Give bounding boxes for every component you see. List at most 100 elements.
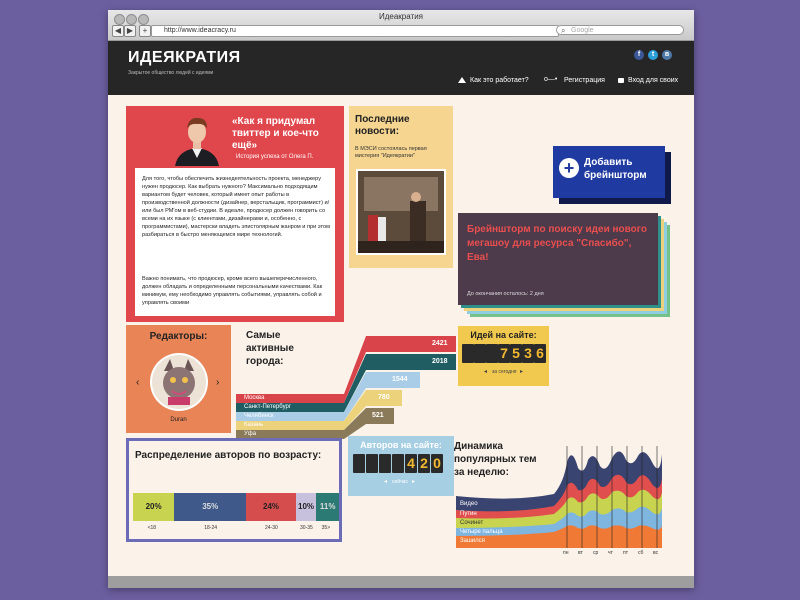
age-bar[interactable]: 24% — [246, 493, 296, 521]
vkontakte-icon[interactable]: в — [662, 50, 672, 60]
legend-item-sochi[interactable]: Сочинет — [460, 520, 483, 526]
legend-item-putin[interactable]: Путин — [460, 511, 477, 517]
window-title: Идеакратия — [378, 12, 423, 21]
city-row-moscow[interactable]: Москва — [236, 394, 344, 403]
story-card[interactable]: «Как я придумал твиттер и кое-что ещё» И… — [126, 106, 344, 322]
address-bar[interactable]: http://www.ideacracy.ru — [151, 25, 559, 37]
city-row-spb[interactable]: Санкт-Петербург — [236, 403, 344, 412]
counter-digit: 2 — [418, 454, 430, 473]
add-brainstorm-face: + Добавить брейншторм — [553, 146, 665, 198]
story-title[interactable]: «Как я придумал твиттер и кое-что ещё» — [232, 116, 340, 152]
editors-card: Редакторы: ‹ › Duran — [126, 325, 231, 433]
counter-digit: 7 — [498, 344, 510, 363]
counter-digit — [392, 454, 404, 473]
ideas-counter-digits: 7 5 3 6 — [462, 344, 546, 363]
city-row-chelyabinsk[interactable]: Челябинск — [236, 412, 344, 421]
browser-titlebar: Идеакратия ◀ ▶ + http://www.ideacracy.ru… — [108, 10, 694, 41]
brainstorm-title[interactable]: Брейншторм по поиску идеи нового мегашоу… — [467, 223, 647, 265]
chevron-left-icon[interactable]: ‹ — [136, 377, 139, 388]
site-header: ИДЕЯКРАТИЯ Закрытое общество людей с иде… — [108, 41, 694, 95]
url-text: http://www.ideacracy.ru — [164, 27, 236, 34]
age-bar[interactable]: 11% — [316, 493, 339, 521]
news-title: Последние новости: — [355, 114, 410, 137]
counter-digit: 4 — [405, 454, 417, 473]
ideas-counter-title: Идей на сайте: — [470, 330, 537, 340]
city-value-kazan: 780 — [378, 394, 390, 401]
day-tick: ср — [593, 550, 599, 556]
site-tagline: Закрытое общество людей с идеями — [128, 70, 214, 76]
counter-digit: 0 — [431, 454, 443, 473]
legend-item-video[interactable]: Видео — [460, 501, 478, 507]
chevron-left-icon[interactable]: ◂ — [484, 368, 487, 375]
city-value-moscow: 2421 — [432, 340, 448, 347]
age-labels: <18 18-24 24-30 30-35 35> — [133, 525, 339, 533]
story-paragraph-2: Важно понимать, что продюсер, кроме всег… — [142, 276, 323, 306]
editors-title: Редакторы: — [149, 331, 208, 342]
age-title: Распределение авторов по возрасту: — [135, 450, 322, 461]
add-brainstorm-label: Добавить брейншторм — [584, 157, 647, 181]
cities-widget: Самые активные города: Москва Санкт-Пете… — [236, 325, 456, 445]
search-input[interactable]: ⌕ Google — [556, 25, 684, 35]
topics-chart — [456, 446, 662, 548]
legend-item-zashilsya[interactable]: Зашился — [460, 538, 485, 544]
day-tick: чт — [608, 550, 613, 556]
editor-name[interactable]: Duran — [126, 417, 231, 423]
day-tick: вт — [578, 550, 583, 556]
ideas-period[interactable]: за сегодня — [492, 369, 517, 375]
counter-digit — [486, 344, 498, 363]
add-brainstorm-button[interactable]: + Добавить брейншторм — [553, 146, 671, 204]
news-card[interactable]: Последние новости: В МЭСИ состоялась пер… — [349, 106, 453, 268]
author-photo — [170, 112, 224, 166]
day-tick: сб — [638, 550, 644, 556]
twitter-icon[interactable]: t — [648, 50, 658, 60]
login-link[interactable]: Вход для своих — [628, 77, 678, 84]
counter-digit: 5 — [510, 344, 522, 363]
editor-avatar[interactable] — [150, 353, 208, 411]
age-category-label: 24-30 — [265, 525, 278, 531]
city-row-kazan[interactable]: Казань — [236, 421, 344, 430]
authors-counter-card: Авторов на сайте: 4 2 0 ◂ сейчас ▸ — [348, 436, 454, 496]
day-tick: пн — [563, 550, 569, 556]
warning-icon — [458, 77, 466, 83]
age-bar[interactable]: 35% — [174, 493, 247, 521]
back-button[interactable]: ◀ — [112, 25, 124, 37]
plus-icon: + — [559, 158, 579, 178]
how-it-works-link[interactable]: Как это работает? — [470, 77, 529, 84]
chevron-left-icon[interactable]: ◂ — [384, 478, 387, 485]
topics-widget: Динамика популярных тем за неделю: Видео… — [454, 434, 694, 564]
chevron-right-icon[interactable]: › — [216, 377, 219, 388]
legend-item-four-fingers[interactable]: Четыре пальца — [460, 529, 503, 535]
authors-counter-digits: 4 2 0 — [353, 454, 449, 473]
counter-digit — [474, 344, 486, 363]
counter-digit — [462, 344, 474, 363]
story-paragraph-1: Для того, чтобы обеспечить жизнедеятельн… — [142, 176, 330, 238]
age-chart: 20% 35% 24% 10% 11% — [133, 493, 339, 521]
news-text[interactable]: В МЭСИ состоялась первая мистерия "Идеяк… — [355, 146, 449, 160]
chevron-right-icon[interactable]: ▸ — [412, 478, 415, 485]
authors-period[interactable]: сейчас — [392, 479, 408, 485]
counter-digit: 3 — [522, 344, 534, 363]
age-category-label: 35> — [321, 525, 331, 531]
facebook-icon[interactable]: f — [634, 50, 644, 60]
key-icon: o—• — [544, 76, 558, 83]
story-subtitle: История успеха от Олега П. — [236, 154, 314, 160]
add-tab-button[interactable]: + — [139, 25, 151, 37]
age-distribution-card: Распределение авторов по возрасту: 20% 35… — [126, 438, 342, 542]
age-bar[interactable]: 20% — [133, 493, 175, 521]
register-link[interactable]: Регистрация — [564, 77, 605, 84]
site-logo[interactable]: ИДЕЯКРАТИЯ — [128, 49, 241, 67]
brainstorm-card[interactable]: Брейншторм по поиску идеи нового мегашоу… — [458, 213, 672, 319]
brainstorm-card-face: Брейншторм по поиску идеи нового мегашоу… — [458, 213, 658, 305]
search-placeholder: Google — [571, 27, 594, 34]
chevron-right-icon[interactable]: ▸ — [520, 368, 523, 375]
forward-button[interactable]: ▶ — [124, 25, 136, 37]
news-photo[interactable] — [356, 169, 446, 255]
day-tick: пт — [623, 550, 628, 556]
browser-window: Идеакратия ◀ ▶ + http://www.ideacracy.ru… — [108, 10, 694, 588]
city-value-chelyabinsk: 1544 — [392, 376, 408, 383]
city-value-ufa: 521 — [372, 412, 384, 419]
age-bar[interactable]: 10% — [295, 493, 317, 521]
counter-digit: 6 — [534, 344, 546, 363]
age-category-label: 30-35 — [300, 525, 313, 531]
counter-digit — [353, 454, 365, 473]
